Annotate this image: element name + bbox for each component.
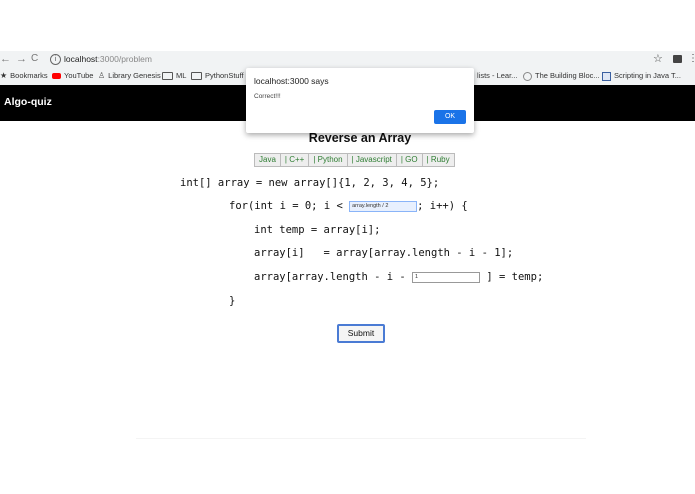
lang-javascript[interactable]: | Javascript — [348, 154, 397, 166]
code-line-2: for(int i = 0; i < array.length / 2; i++… — [229, 199, 468, 213]
back-arrow-icon[interactable]: ← — [0, 51, 11, 67]
lang-python[interactable]: | Python — [309, 154, 348, 166]
youtube-icon — [52, 73, 61, 80]
page-title: Reverse an Array — [308, 131, 412, 145]
browser-toolbar: ← → C i localhost:3000/problem ☆ ⋮ — [0, 51, 695, 67]
url-host: localhost — [64, 54, 98, 64]
bookmark-library-genesis[interactable]: ♙ Library Genesis — [98, 71, 161, 81]
url-text: localhost:3000/problem — [64, 53, 152, 65]
star-icon: ★ — [0, 71, 8, 81]
url-path: :3000/problem — [97, 54, 152, 64]
folder-icon — [191, 72, 202, 81]
lang-ruby[interactable]: | Ruby — [423, 154, 454, 166]
library-icon: ♙ — [98, 71, 106, 81]
bookmark-building-blocks[interactable]: The Building Bloc... — [523, 71, 600, 81]
code-line-4: array[i] = array[array.length - i - 1]; — [254, 247, 514, 259]
ok-button[interactable]: OK — [434, 110, 466, 124]
lang-java[interactable]: Java — [255, 154, 281, 166]
divider — [136, 438, 586, 439]
bookmark-youtube[interactable]: YouTube — [52, 71, 93, 81]
bookmark-bookmarks[interactable]: ★ Bookmarks — [0, 71, 48, 81]
code-line-1: int[] array = new array[]{1, 2, 3, 4, 5}… — [180, 177, 440, 189]
site-info-icon[interactable]: i — [50, 54, 61, 65]
bookmark-pythonstuff[interactable]: PythonStuff — [191, 71, 244, 81]
address-bar[interactable]: i localhost:3000/problem — [46, 52, 646, 66]
code-line-5-prefix: array[array.length - i - — [254, 271, 413, 283]
dialog-message: Correct!!! — [254, 93, 281, 100]
loop-condition-input[interactable]: array.length / 2 — [349, 200, 418, 212]
extension-icon[interactable] — [673, 55, 682, 63]
bookmark-lists[interactable]: lists - Lear... — [477, 71, 517, 81]
alert-dialog: localhost:3000 says Correct!!! OK — [246, 68, 474, 133]
forward-arrow-icon[interactable]: → — [16, 51, 27, 67]
bookmark-scripting-java[interactable]: Scripting in Java T... — [602, 71, 681, 81]
code-line-6: } — [229, 295, 236, 307]
code-line-2-suffix: ; i++) { — [417, 200, 468, 212]
code-line-5-suffix: ] = temp; — [480, 271, 544, 283]
bookmark-star-icon[interactable]: ☆ — [653, 51, 663, 67]
lang-go[interactable]: | GO — [397, 154, 423, 166]
reload-icon[interactable]: C — [31, 51, 38, 67]
bookmark-ml[interactable]: ML — [162, 71, 186, 81]
index-offset-input[interactable]: 1 — [412, 271, 481, 283]
page-icon — [602, 71, 611, 81]
code-line-3: int temp = array[i]; — [254, 224, 381, 236]
language-selector: Java | C++ | Python | Javascript | GO | … — [254, 153, 455, 167]
submit-button[interactable]: Submit — [337, 324, 385, 343]
dialog-origin: localhost:3000 says — [254, 76, 329, 86]
brand-logo[interactable]: Algo-quiz — [4, 96, 52, 108]
folder-icon — [162, 72, 173, 81]
site-icon — [523, 71, 532, 81]
code-line-2-prefix: for(int i = 0; i < — [229, 200, 350, 212]
code-line-5: array[array.length - i - 1 ] = temp; — [254, 270, 543, 284]
browser-menu-icon[interactable]: ⋮ — [688, 51, 695, 67]
lang-cpp[interactable]: | C++ — [281, 154, 310, 166]
